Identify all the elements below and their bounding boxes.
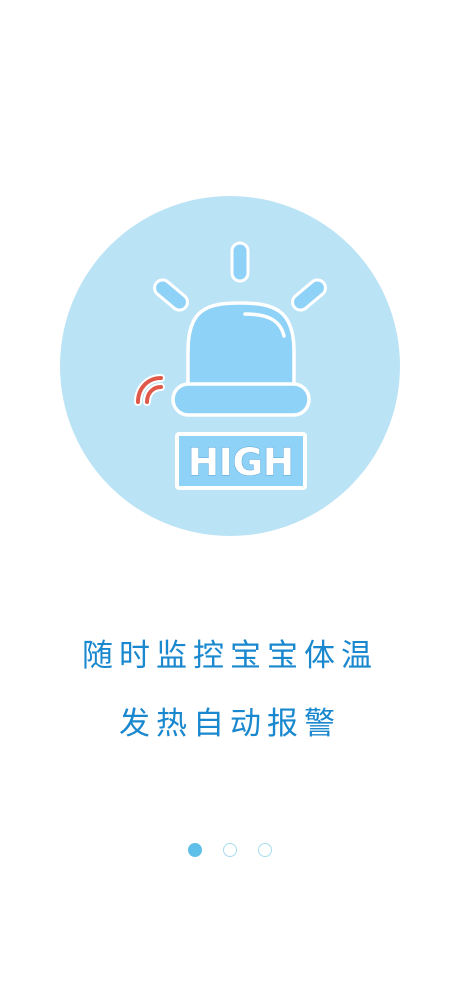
siren-base bbox=[171, 382, 311, 417]
page-dot-3[interactable] bbox=[258, 843, 272, 857]
alarm-illustration: HIGH bbox=[60, 196, 400, 536]
alarm-siren-icon: HIGH bbox=[60, 196, 400, 536]
page-indicator bbox=[0, 843, 460, 859]
page-dot-1[interactable] bbox=[188, 843, 202, 857]
high-badge-text: HIGH bbox=[188, 441, 294, 484]
onboarding-line-1: 随时监控宝宝体温 bbox=[82, 638, 378, 674]
page-dot-2[interactable] bbox=[223, 843, 237, 857]
onboarding-line-2: 发热自动报警 bbox=[119, 706, 341, 742]
ray-top bbox=[230, 241, 250, 283]
siren-dome bbox=[186, 301, 296, 388]
